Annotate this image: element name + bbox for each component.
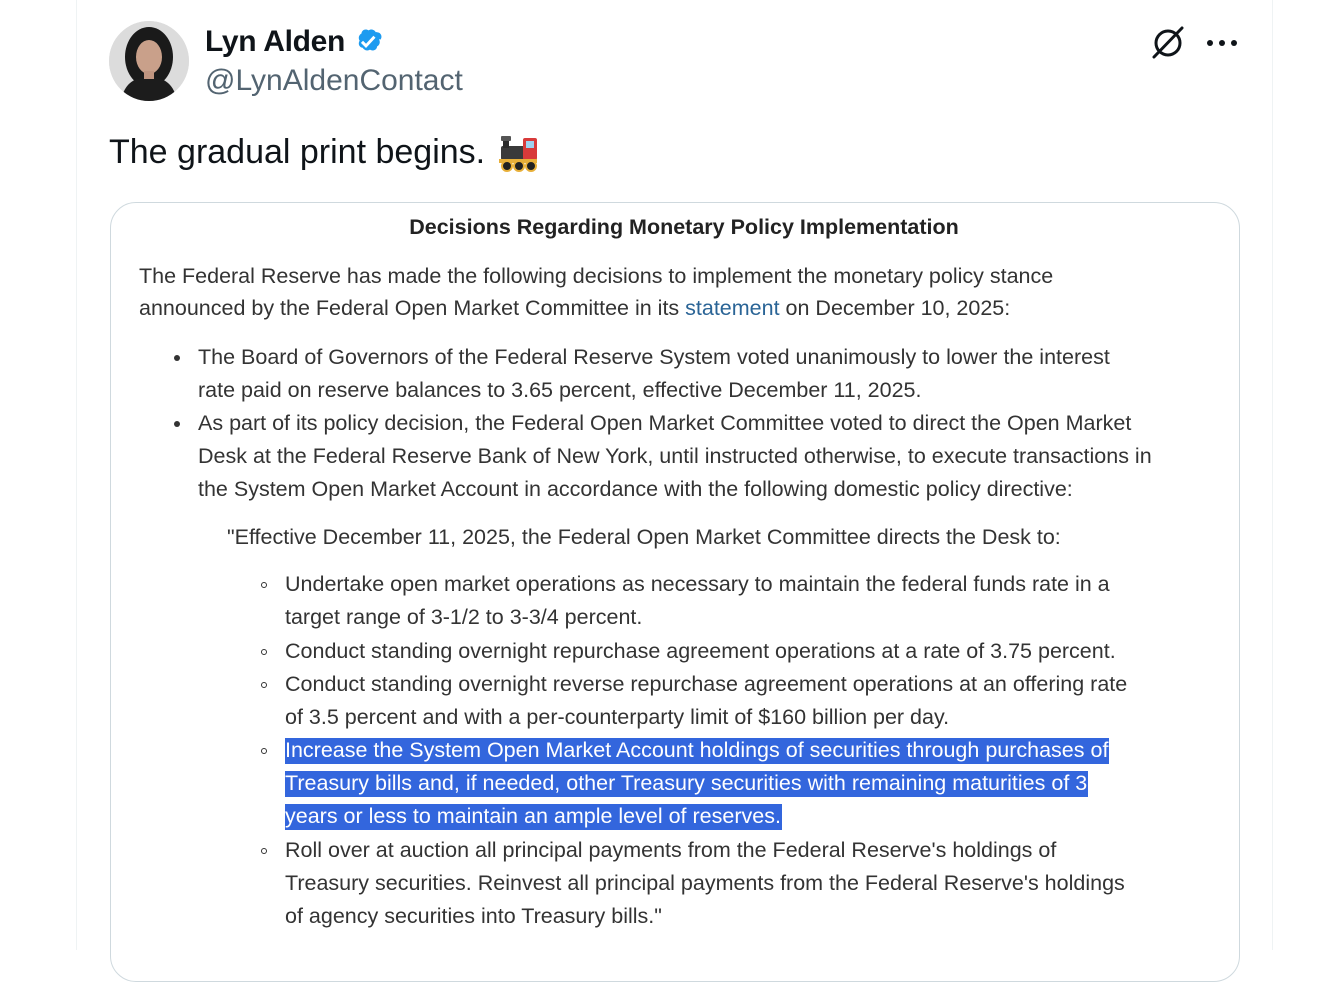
highlighted-text[interactable]: years or less to maintain an ample level… (285, 804, 782, 830)
locomotive-emoji-icon (499, 136, 538, 172)
highlighted-text[interactable]: Treasury bills and, if needed, other Tre… (285, 771, 1089, 797)
directive-4-line-3[interactable]: years or less to maintain an ample level… (285, 800, 782, 833)
directive-5-line-3: of agency securities into Treasury bills… (285, 904, 662, 928)
intro-line-2-after: on December 10, 2025: (779, 296, 1011, 320)
circle-bullet-icon (261, 582, 267, 588)
avatar[interactable] (109, 21, 189, 101)
intro-line-1: The Federal Reserve has made the followi… (139, 264, 1054, 288)
statement-link[interactable]: statement (685, 296, 779, 320)
bullet-2-line-3: the System Open Market Account in accord… (198, 477, 1073, 501)
author-handle[interactable]: @LynAldenContact (205, 64, 463, 98)
intro-line-2-before: announced by the Federal Open Market Com… (139, 296, 686, 320)
directive-intro: "Effective December 11, 2025, the Federa… (227, 525, 1061, 549)
bullet-2-line-2: Desk at the Federal Reserve Bank of New … (198, 444, 1152, 468)
circle-bullet-icon (261, 649, 267, 655)
circle-bullet-icon (261, 848, 267, 854)
circle-bullet-icon (261, 748, 267, 754)
bullet-1-line-1: The Board of Governors of the Federal Re… (198, 345, 1110, 369)
tweet-text-content: The gradual print begins. (109, 132, 486, 171)
media-image-card[interactable]: Decisions Regarding Monetary Policy Impl… (110, 202, 1240, 982)
directive-1-line-2: target range of 3-1/2 to 3-3/4 percent. (285, 605, 643, 629)
bullet-icon (174, 421, 180, 427)
grok-icon[interactable] (1148, 22, 1188, 62)
verified-badge-icon[interactable] (351, 25, 385, 59)
directive-4-line-1[interactable]: Increase the System Open Market Account … (285, 734, 1110, 767)
directive-2-line-1: Conduct standing overnight repurchase ag… (285, 639, 1116, 663)
circle-bullet-icon (261, 682, 267, 688)
directive-5-line-2: Treasury securities. Reinvest all princi… (285, 871, 1125, 895)
author-name-row: Lyn Alden (205, 24, 385, 60)
directive-4-line-2[interactable]: Treasury bills and, if needed, other Tre… (285, 767, 1089, 800)
intro-line-2: announced by the Federal Open Market Com… (139, 292, 1010, 325)
highlighted-text[interactable]: Increase the System Open Market Account … (285, 738, 1110, 764)
tweet-text: The gradual print begins. (109, 132, 539, 172)
more-options-icon[interactable] (1202, 26, 1242, 58)
bullet-2-line-1: As part of its policy decision, the Fede… (198, 411, 1132, 435)
document-title: Decisions Regarding Monetary Policy Impl… (409, 215, 959, 239)
directive-1-line-1: Undertake open market operations as nece… (285, 572, 1110, 596)
bullet-icon (174, 355, 180, 361)
avatar-image (109, 21, 189, 101)
bullet-1-line-2: rate paid on reserve balances to 3.65 pe… (198, 378, 922, 402)
author-name[interactable]: Lyn Alden (205, 25, 345, 59)
directive-3-line-1: Conduct standing overnight reverse repur… (285, 672, 1128, 696)
directive-5-line-1: Roll over at auction all principal payme… (285, 838, 1057, 862)
directive-3-line-2: of 3.5 percent and with a per-counterpar… (285, 705, 950, 729)
